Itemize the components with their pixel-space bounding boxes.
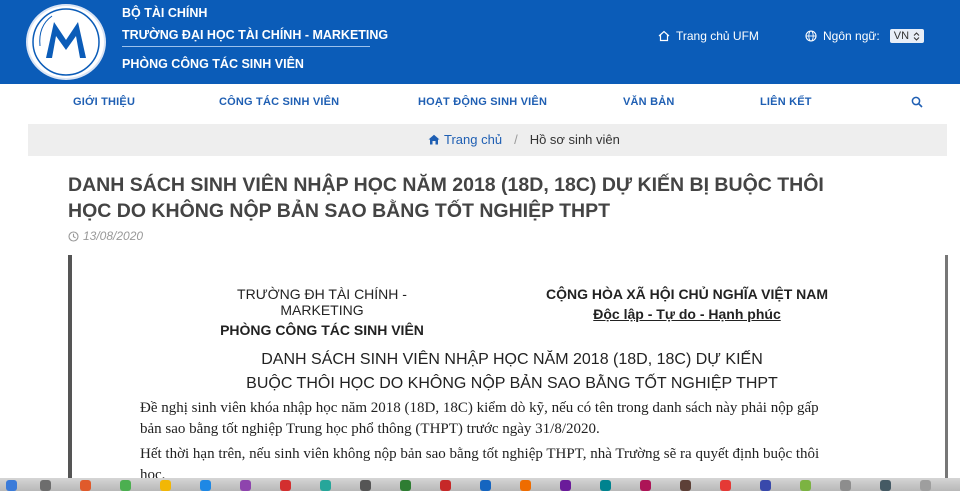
nav-item-documents[interactable]: VĂN BẢN (623, 96, 675, 108)
globe-icon (805, 30, 817, 42)
dock-app-icon[interactable] (800, 480, 811, 491)
dock-app-icon[interactable] (40, 480, 51, 491)
os-dock (0, 478, 960, 491)
doc-motto: Độc lập - Tự do - Hạnh phúc (593, 306, 781, 322)
site-header: BỘ TÀI CHÍNH TRƯỜNG ĐẠI HỌC TÀI CHÍNH - … (0, 0, 960, 84)
search-icon[interactable] (911, 96, 923, 108)
doc-school-name: TRƯỜNG ĐH TÀI CHÍNH - MARKETING (237, 286, 407, 318)
nav-item-student-affairs[interactable]: CÔNG TÁC SINH VIÊN (219, 96, 339, 108)
home-ufm-link[interactable]: Trang chủ UFM (658, 29, 759, 43)
university-name: TRƯỜNG ĐẠI HỌC TÀI CHÍNH - MARKETING (122, 28, 389, 42)
dock-app-icon[interactable] (360, 480, 371, 491)
dock-app-icon[interactable] (760, 480, 771, 491)
department-name: PHÒNG CÔNG TÁC SINH VIÊN (122, 57, 304, 71)
dock-app-icon[interactable] (640, 480, 651, 491)
article-date: 13/08/2020 (68, 229, 143, 243)
dock-app-icon[interactable] (680, 480, 691, 491)
language-switcher: Ngôn ngữ: VN (805, 29, 925, 43)
dock-app-icon[interactable] (320, 480, 331, 491)
dock-app-icon[interactable] (600, 480, 611, 491)
main-navigation: GIỚI THIỆU CÔNG TÁC SINH VIÊN HOẠT ĐỘNG … (0, 84, 960, 122)
doc-paragraph-1: Đề nghị sinh viên khóa nhập học năm 2018… (140, 398, 870, 440)
doc-right-header: CỘNG HÒA XÃ HỘI CHỦ NGHĨA VIỆT NAM Độc l… (542, 286, 832, 322)
dock-app-icon[interactable] (840, 480, 851, 491)
logo-m-icon (32, 8, 100, 76)
breadcrumb-current: Hồ sơ sinh viên (529, 132, 620, 147)
breadcrumb-home-label: Trang chủ (444, 132, 503, 147)
ministry-name: BỘ TÀI CHÍNH (122, 6, 208, 20)
dock-app-icon[interactable] (440, 480, 451, 491)
nav-item-introduction[interactable]: GIỚI THIỆU (73, 96, 135, 108)
dock-app-icon[interactable] (480, 480, 491, 491)
university-logo[interactable] (26, 4, 106, 80)
dock-app-icon[interactable] (280, 480, 291, 491)
doc-title-line1: DANH SÁCH SINH VIÊN NHẬP HỌC NĂM 2018 (1… (261, 351, 763, 368)
doc-title-line2: BUỘC THÔI HỌC DO KHÔNG NỘP BẢN SAO BẰNG … (246, 375, 778, 392)
nav-item-links[interactable]: LIÊN KẾT (760, 96, 812, 108)
language-label: Ngôn ngữ: (823, 29, 880, 43)
dock-app-icon[interactable] (6, 480, 17, 491)
doc-department-name: PHÒNG CÔNG TÁC SINH VIÊN (220, 322, 424, 338)
dock-app-icon[interactable] (920, 480, 931, 491)
doc-paragraph-2-line1: Hết thời hạn trên, nếu sinh viên không n… (140, 446, 820, 462)
article-title: DANH SÁCH SINH VIÊN NHẬP HỌC NĂM 2018 (1… (68, 172, 938, 224)
dock-app-icon[interactable] (520, 480, 531, 491)
dock-app-icon[interactable] (120, 480, 131, 491)
organization-name: BỘ TÀI CHÍNH TRƯỜNG ĐẠI HỌC TÀI CHÍNH - … (122, 4, 388, 73)
doc-country-name: CỘNG HÒA XÃ HỘI CHỦ NGHĨA VIỆT NAM (545, 286, 829, 302)
breadcrumb-home[interactable]: Trang chủ (428, 132, 502, 147)
article-title-line1: DANH SÁCH SINH VIÊN NHẬP HỌC NĂM 2018 (1… (68, 174, 824, 196)
dock-app-icon[interactable] (160, 480, 171, 491)
dock-app-icon[interactable] (200, 480, 211, 491)
dock-app-icon[interactable] (400, 480, 411, 491)
nav-item-student-activities[interactable]: HOẠT ĐỘNG SINH VIÊN (418, 96, 547, 108)
home-icon (658, 30, 670, 42)
doc-paragraph-1-line2: bản sao bằng tốt nghiệp Trung học phổ th… (140, 421, 600, 437)
select-arrows-icon (913, 31, 920, 41)
dock-app-icon[interactable] (80, 480, 91, 491)
home-ufm-label: Trang chủ UFM (676, 29, 759, 43)
dock-app-icon[interactable] (880, 480, 891, 491)
article-date-value: 13/08/2020 (83, 229, 144, 243)
breadcrumb-separator: / (514, 132, 518, 147)
breadcrumb: Trang chủ / Hồ sơ sinh viên (28, 124, 947, 156)
article-title-line2: HỌC DO KHÔNG NỘP BẢN SAO BẰNG TỐT NGHIỆP… (68, 200, 611, 222)
header-divider (122, 46, 370, 47)
language-value: VN (893, 30, 910, 42)
doc-paragraph-1-line1: Đề nghị sinh viên khóa nhập học năm 2018… (140, 400, 819, 416)
dock-app-icon[interactable] (720, 480, 731, 491)
home-icon (428, 134, 440, 145)
dock-app-icon[interactable] (240, 480, 251, 491)
dock-app-icon[interactable] (560, 480, 571, 491)
doc-left-header: TRƯỜNG ĐH TÀI CHÍNH - MARKETING PHÒNG CÔ… (202, 286, 442, 338)
doc-title: DANH SÁCH SINH VIÊN NHẬP HỌC NĂM 2018 (1… (152, 348, 872, 396)
document-preview: TRƯỜNG ĐH TÀI CHÍNH - MARKETING PHÒNG CÔ… (68, 255, 948, 491)
clock-icon (68, 230, 79, 242)
language-select[interactable]: VN (889, 29, 925, 43)
